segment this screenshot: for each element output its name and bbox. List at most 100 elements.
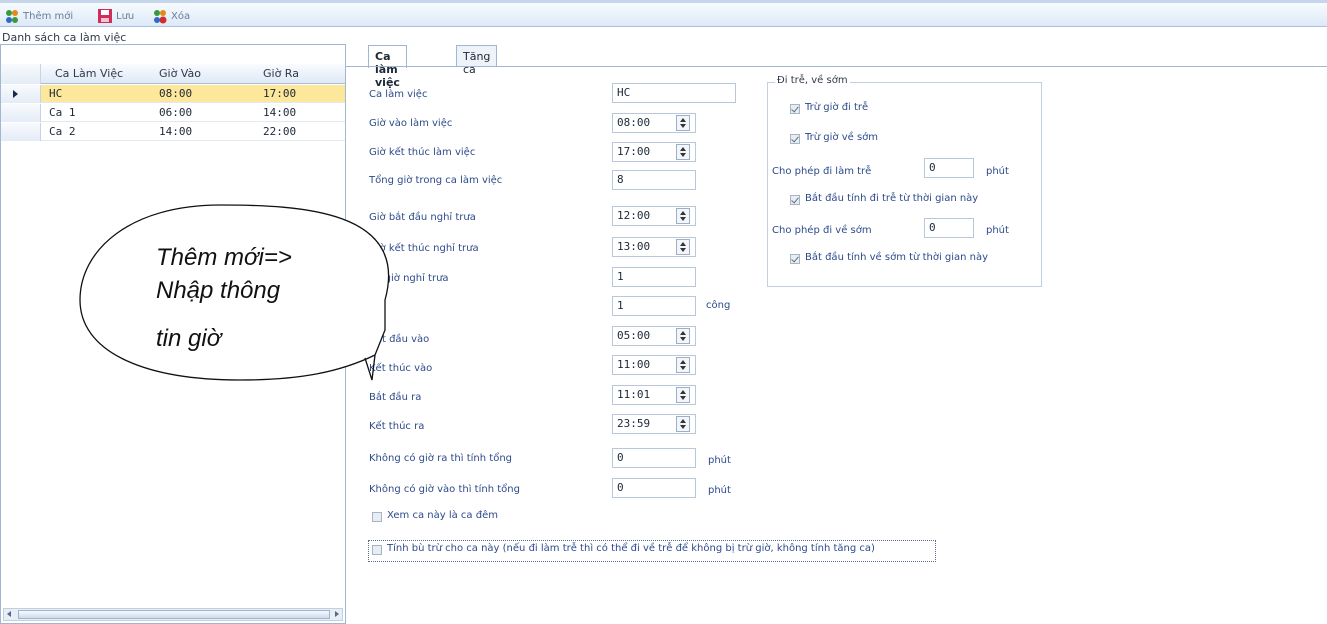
label-lunch-hours: Số giờ nghỉ trưa xyxy=(369,273,449,284)
lunch-end-input[interactable]: 13:00 xyxy=(612,237,696,257)
label-check-in-start: Bắt đầu vào xyxy=(369,334,430,345)
check-out-end-input[interactable]: 23:59 xyxy=(612,414,696,434)
tab-overtime[interactable]: Tăng ca xyxy=(456,45,498,76)
deduct-early-label: Trừ giờ về sớm xyxy=(805,132,879,143)
cell-time-in: 08:00 xyxy=(159,87,193,100)
cell-shift-name: Ca 1 xyxy=(49,106,76,119)
spin-icon[interactable] xyxy=(676,144,690,160)
row-header[interactable] xyxy=(1,104,41,122)
no-check-in-input[interactable]: 0 xyxy=(612,478,696,498)
table-row[interactable]: Ca 1 06:00 14:00 xyxy=(1,104,345,122)
scroll-right-icon[interactable] xyxy=(335,611,339,617)
night-shift-label: Xem ca này là ca đêm xyxy=(387,510,498,521)
compensation-label: Tính bù trừ cho ca này (nếu đi làm trễ t… xyxy=(387,543,875,554)
label-check-in-end: Kết thúc vào xyxy=(369,363,433,374)
cell-time-out: 22:00 xyxy=(263,125,297,138)
no-check-out-input[interactable]: 0 xyxy=(612,448,696,468)
tab-shift[interactable]: Ca làm việc xyxy=(368,45,407,89)
table-row[interactable]: Ca 2 14:00 22:00 xyxy=(1,123,345,141)
label-check-out-start: Bắt đầu ra xyxy=(369,392,422,403)
lunch-start-value: 12:00 xyxy=(617,209,651,222)
allow-late-unit: phút xyxy=(986,166,1009,177)
cell-shift-name: HC xyxy=(49,87,63,100)
deduct-late-checkbox[interactable] xyxy=(790,104,800,114)
callout-line-3: tin giờ xyxy=(156,325,222,352)
row-header[interactable] xyxy=(1,123,41,141)
label-time-in: Giờ vào làm việc xyxy=(369,118,453,129)
spin-icon[interactable] xyxy=(676,357,690,373)
label-check-out-end: Kết thúc ra xyxy=(369,421,425,432)
horizontal-scrollbar[interactable] xyxy=(3,608,343,621)
spin-icon[interactable] xyxy=(676,328,690,344)
early-from-time-checkbox[interactable] xyxy=(790,254,800,264)
current-row-arrow-icon xyxy=(13,90,18,98)
add-users-icon xyxy=(4,8,20,24)
table-row[interactable]: HC 08:00 17:00 xyxy=(1,85,345,103)
check-in-end-value: 11:00 xyxy=(617,358,651,371)
add-button-label: Thêm mới xyxy=(23,10,74,22)
row-header[interactable] xyxy=(1,85,41,103)
delete-users-icon xyxy=(152,8,168,24)
spin-icon[interactable] xyxy=(676,115,690,131)
late-from-time-checkbox[interactable] xyxy=(790,195,800,205)
column-header-time-in[interactable]: Giờ Vào xyxy=(159,67,201,80)
check-out-end-value: 23:59 xyxy=(617,417,651,430)
scrollbar-thumb[interactable] xyxy=(18,610,330,619)
late-early-title: Đi trễ, về sớm xyxy=(775,75,850,86)
label-shift: Ca làm việc xyxy=(369,89,428,100)
delete-button[interactable]: Xóa xyxy=(152,7,190,25)
callout-line-2: Nhập thông xyxy=(156,277,281,304)
callout-line-1: Thêm mới=> xyxy=(156,244,292,271)
time-end-value: 17:00 xyxy=(617,145,651,158)
check-in-start-input[interactable]: 05:00 xyxy=(612,326,696,346)
column-header-time-out[interactable]: Giờ Ra xyxy=(263,67,299,80)
cell-time-in: 06:00 xyxy=(159,106,193,119)
time-end-input[interactable]: 17:00 xyxy=(612,142,696,162)
late-from-time-label: Bắt đầu tính đi trễ từ thời gian này xyxy=(805,193,979,204)
label-no-check-in: Không có giờ vào thì tính tổng xyxy=(369,484,520,495)
lunch-start-input[interactable]: 12:00 xyxy=(612,206,696,226)
spin-icon[interactable] xyxy=(676,239,690,255)
night-shift-checkbox[interactable] xyxy=(372,512,382,522)
time-in-value: 08:00 xyxy=(617,116,651,129)
save-icon xyxy=(97,8,113,24)
save-button[interactable]: Lưu xyxy=(97,7,134,25)
label-time-end: Giờ kết thúc làm việc xyxy=(369,147,476,158)
early-from-time-label: Bắt đầu tính về sớm từ thời gian này xyxy=(805,252,989,263)
allow-late-input[interactable]: 0 xyxy=(924,158,974,178)
cell-time-in: 14:00 xyxy=(159,125,193,138)
label-lunch-start: Giờ bắt đầu nghỉ trưa xyxy=(369,212,476,223)
check-out-start-value: 11:01 xyxy=(617,388,651,401)
allow-early-label: Cho phép đi về sớm xyxy=(772,225,872,236)
cell-time-out: 17:00 xyxy=(263,87,297,100)
no-check-in-unit: phút xyxy=(708,485,731,496)
deduct-early-checkbox[interactable] xyxy=(790,134,800,144)
spin-icon[interactable] xyxy=(676,387,690,403)
scroll-left-icon[interactable] xyxy=(7,611,11,617)
allow-early-unit: phút xyxy=(986,225,1009,236)
add-button[interactable]: Thêm mới xyxy=(4,7,73,25)
allow-late-label: Cho phép đi làm trễ xyxy=(772,166,872,177)
compensation-checkbox[interactable] xyxy=(372,545,382,555)
label-lunch-end: Giờ kết thúc nghỉ trưa xyxy=(369,243,479,254)
check-out-start-input[interactable]: 11:01 xyxy=(612,385,696,405)
label-no-check-out: Không có giờ ra thì tính tổng xyxy=(369,453,513,464)
time-in-input[interactable]: 08:00 xyxy=(612,113,696,133)
workday-count-input[interactable]: 1 xyxy=(612,296,696,316)
column-header-shift[interactable]: Ca Làm Việc xyxy=(55,67,123,80)
spin-icon[interactable] xyxy=(676,208,690,224)
grid-header: Ca Làm Việc Giờ Vào Giờ Ra xyxy=(1,64,345,84)
toolbar: Thêm mới Lưu Xóa xyxy=(0,0,1327,27)
total-hours-input[interactable]: 8 xyxy=(612,170,696,190)
check-in-end-input[interactable]: 11:00 xyxy=(612,355,696,375)
no-check-out-unit: phút xyxy=(708,455,731,466)
deduct-late-label: Trừ giờ đi trễ xyxy=(805,102,869,113)
shift-name-input[interactable]: HC xyxy=(612,83,736,103)
grid-corner xyxy=(1,64,41,84)
delete-button-label: Xóa xyxy=(171,10,191,22)
check-in-start-value: 05:00 xyxy=(617,329,651,342)
spin-icon[interactable] xyxy=(676,416,690,432)
allow-early-input[interactable]: 0 xyxy=(924,218,974,238)
shift-list-title: Danh sách ca làm việc xyxy=(2,31,127,44)
lunch-hours-input[interactable]: 1 xyxy=(612,267,696,287)
